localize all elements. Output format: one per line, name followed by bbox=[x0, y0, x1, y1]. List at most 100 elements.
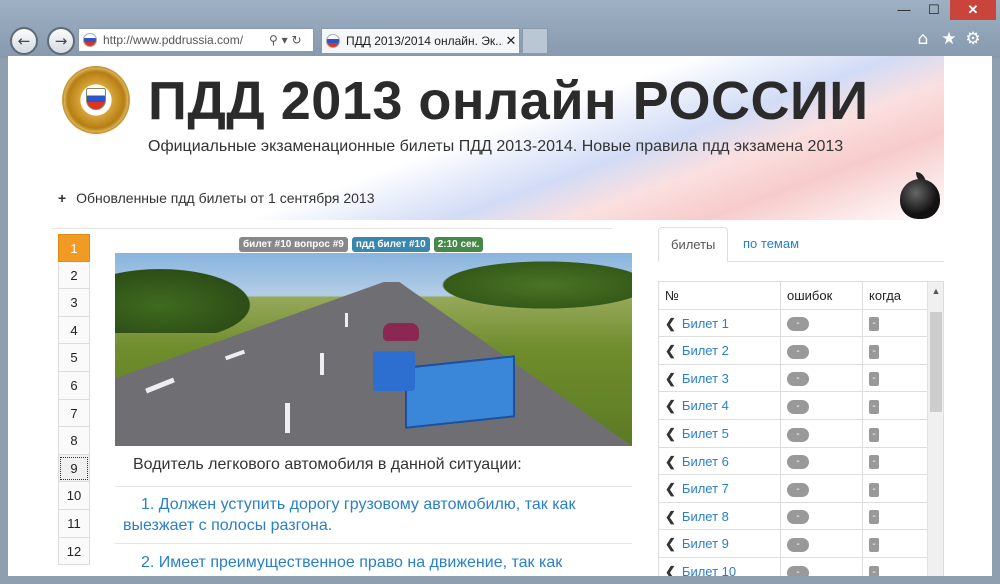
ticket-cell[interactable]: ❮ Билет 5 bbox=[659, 420, 781, 448]
updated-tickets-link[interactable]: + Обновленные пдд билеты от 1 сентября 2… bbox=[58, 190, 375, 206]
table-row[interactable]: ❮ Билет 4 - - bbox=[659, 392, 927, 420]
errors-badge: - bbox=[787, 482, 809, 497]
scroll-thumb[interactable] bbox=[930, 312, 942, 412]
chevron-left-icon: ❮ bbox=[665, 453, 676, 469]
question-image bbox=[115, 253, 632, 446]
question-nav-item[interactable]: 7 bbox=[58, 399, 90, 428]
new-tab-button[interactable] bbox=[522, 28, 548, 53]
question-nav-item[interactable]: 12 bbox=[58, 537, 90, 566]
table-row[interactable]: ❮ Билет 1 - - bbox=[659, 309, 927, 338]
ticket-link[interactable]: Билет 8 bbox=[682, 509, 729, 524]
emblem-shield-icon bbox=[86, 88, 106, 110]
question-text: Водитель легкового автомобиля в данной с… bbox=[133, 456, 522, 473]
ticket-link[interactable]: Билет 10 bbox=[682, 564, 736, 576]
answer-option-2[interactable]: 2. Имеет преимущественное право на движе… bbox=[123, 552, 628, 573]
question-nav-item[interactable]: 6 bbox=[58, 371, 90, 400]
tab-close-icon[interactable]: ✕ bbox=[503, 33, 519, 49]
chevron-left-icon: ❮ bbox=[665, 343, 676, 359]
browser-tab[interactable]: ПДД 2013/2014 онлайн. Эк... ✕ bbox=[321, 28, 520, 53]
ticket-link[interactable]: Билет 2 bbox=[682, 343, 729, 358]
table-scrollbar[interactable]: ▲ bbox=[927, 282, 943, 576]
table-row[interactable]: ❮ Билет 2 - - bbox=[659, 337, 927, 365]
table-row[interactable]: ❮ Билет 3 - - bbox=[659, 364, 927, 393]
ticket-cell[interactable]: ❮ Билет 10 bbox=[659, 558, 781, 576]
apple-icon[interactable] bbox=[900, 179, 940, 219]
ticket-cell[interactable]: ❮ Билет 7 bbox=[659, 475, 781, 503]
question-nav-item[interactable]: 4 bbox=[58, 316, 90, 345]
ticket-link[interactable]: Билет 5 bbox=[682, 426, 729, 441]
ticket-link[interactable]: Билет 1 bbox=[682, 316, 729, 331]
page-viewport: ПДД 2013 онлайн РОССИИ Официальные экзам… bbox=[8, 56, 992, 576]
ticket-cell[interactable]: ❮ Билет 3 bbox=[659, 364, 781, 393]
truck-cab bbox=[373, 351, 415, 391]
tab-favicon-icon bbox=[326, 34, 340, 48]
minimize-button[interactable]: — bbox=[890, 0, 918, 20]
close-window-button[interactable]: ✕ bbox=[950, 0, 996, 20]
question-nav-item[interactable]: 3 bbox=[58, 289, 90, 317]
question-nav-item[interactable]: 2 bbox=[58, 261, 90, 290]
tab-tickets[interactable]: билеты bbox=[658, 227, 729, 262]
updated-tickets-text[interactable]: Обновленные пдд билеты от 1 сентября 201… bbox=[76, 190, 374, 206]
table-row[interactable]: ❮ Билет 10 - - bbox=[659, 558, 927, 576]
forward-button[interactable]: → bbox=[47, 27, 75, 55]
table-row[interactable]: ❮ Билет 6 - - bbox=[659, 447, 927, 476]
when-badge: - bbox=[869, 399, 879, 414]
divider bbox=[115, 543, 632, 544]
maximize-button[interactable]: ☐ bbox=[920, 0, 948, 20]
errors-cell: - bbox=[781, 502, 863, 531]
question-navigation: 1 2 3 4 5 6 7 8 9 10 11 12 bbox=[58, 234, 90, 576]
errors-cell: - bbox=[781, 475, 863, 503]
chevron-left-icon: ❮ bbox=[665, 315, 676, 331]
table-row[interactable]: ❮ Билет 5 - - bbox=[659, 420, 927, 448]
chevron-left-icon: ❮ bbox=[665, 398, 676, 414]
scroll-up-icon[interactable]: ▲ bbox=[928, 284, 943, 298]
question-nav-item[interactable]: 5 bbox=[58, 344, 90, 372]
question-nav-item[interactable]: 10 bbox=[58, 482, 90, 510]
address-tools[interactable]: ⚲ ▾ ↻ bbox=[269, 33, 313, 47]
lane-marking bbox=[285, 403, 290, 433]
back-button[interactable]: ← bbox=[10, 27, 38, 55]
errors-cell: - bbox=[781, 530, 863, 558]
errors-cell: - bbox=[781, 337, 863, 365]
ticket-cell[interactable]: ❮ Билет 4 bbox=[659, 392, 781, 420]
ticket-cell[interactable]: ❮ Билет 8 bbox=[659, 502, 781, 531]
table-row[interactable]: ❮ Билет 8 - - bbox=[659, 502, 927, 531]
favorites-star-icon[interactable]: ★ bbox=[938, 28, 960, 50]
table-row[interactable]: ❮ Билет 7 - - bbox=[659, 475, 927, 503]
ticket-cell[interactable]: ❮ Билет 6 bbox=[659, 447, 781, 476]
errors-badge: - bbox=[787, 565, 809, 576]
errors-cell: - bbox=[781, 420, 863, 448]
ticket-cell[interactable]: ❮ Билет 2 bbox=[659, 337, 781, 365]
gear-icon[interactable]: ⚙ bbox=[962, 28, 984, 50]
table-row[interactable]: ❮ Билет 9 - - bbox=[659, 530, 927, 558]
ticket-link[interactable]: Билет 7 bbox=[682, 481, 729, 496]
question-nav-item[interactable]: 9 bbox=[58, 454, 90, 483]
when-cell: - bbox=[863, 448, 927, 476]
lane-marking bbox=[345, 313, 348, 327]
ticket-link[interactable]: Билет 4 bbox=[682, 398, 729, 413]
question-nav-item[interactable]: 1 bbox=[58, 234, 90, 262]
ticket-link[interactable]: Билет 6 bbox=[682, 454, 729, 469]
lane-marking bbox=[320, 353, 324, 375]
when-badge: - bbox=[869, 510, 879, 525]
when-cell: - bbox=[863, 420, 927, 448]
tab-topics[interactable]: по темам bbox=[731, 227, 811, 262]
site-subtitle: Официальные экзаменационные билеты ПДД 2… bbox=[148, 138, 844, 155]
home-icon[interactable]: ⌂ bbox=[912, 28, 934, 50]
address-url[interactable]: http://www.pddrussia.com/ bbox=[103, 33, 269, 47]
question-nav-item[interactable]: 11 bbox=[58, 509, 90, 538]
trees-right bbox=[415, 255, 632, 315]
answer-option-1[interactable]: 1. Должен уступить дорогу грузовому авто… bbox=[123, 494, 628, 536]
ticket-link[interactable]: Билет 3 bbox=[682, 371, 729, 386]
ticket-link[interactable]: Билет 9 bbox=[682, 536, 729, 551]
address-bar[interactable]: http://www.pddrussia.com/ ⚲ ▾ ↻ bbox=[78, 28, 314, 52]
ticket-cell[interactable]: ❮ Билет 1 bbox=[659, 309, 781, 338]
ticket-cell[interactable]: ❮ Билет 9 bbox=[659, 530, 781, 558]
question-nav-item[interactable]: 8 bbox=[58, 427, 90, 455]
passenger-car bbox=[383, 323, 419, 341]
errors-cell: - bbox=[781, 309, 863, 338]
when-cell: - bbox=[863, 337, 927, 365]
site-favicon-icon bbox=[83, 33, 97, 47]
chevron-left-icon: ❮ bbox=[665, 481, 676, 497]
when-badge: - bbox=[869, 537, 879, 552]
